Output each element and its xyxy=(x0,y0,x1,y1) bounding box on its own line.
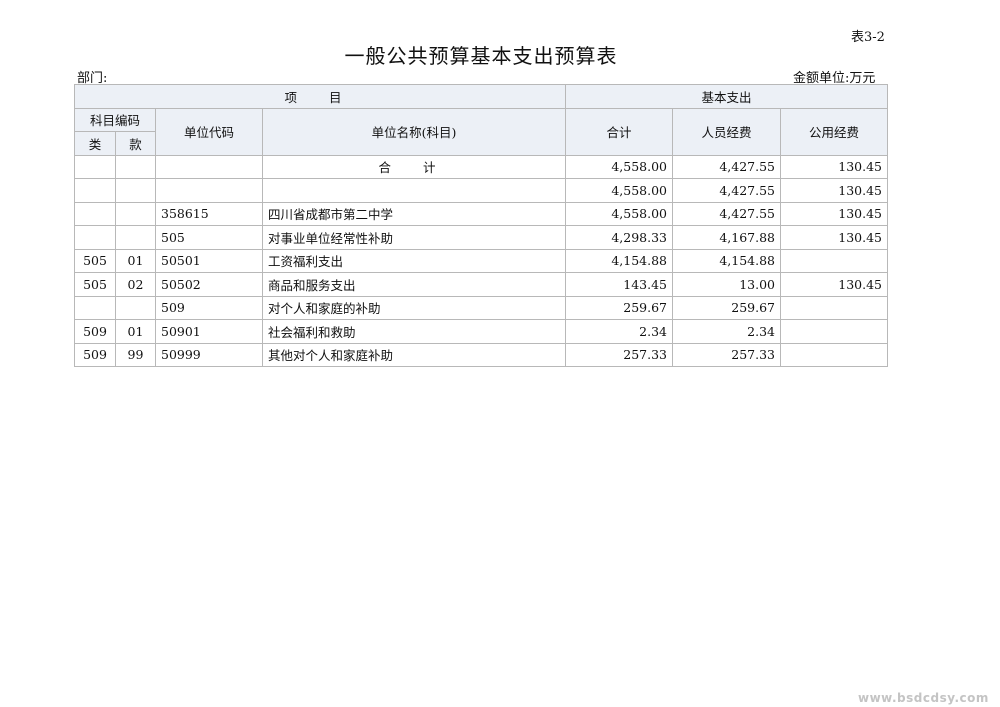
cell-public: 130.45 xyxy=(780,201,888,226)
cell-unit-code: 358615 xyxy=(155,201,263,226)
cell-unit-code: 50501 xyxy=(155,248,263,273)
cell-personnel: 259.67 xyxy=(672,295,781,320)
budget-table: 项 目 基本支出 科目编码 单位代码 单位名称(科目) 合计 人员经费 公用经费… xyxy=(74,84,888,367)
cell-public xyxy=(780,295,888,320)
cell-item xyxy=(115,178,156,203)
header-class: 类 xyxy=(74,131,116,156)
cell-public xyxy=(780,342,888,367)
cell-unit-code: 50502 xyxy=(155,272,263,297)
cell-total: 259.67 xyxy=(565,295,673,320)
table-row: 509 99 50999 其他对个人和家庭补助 257.33 257.33 xyxy=(74,342,888,367)
cell-public: 130.45 xyxy=(780,178,888,203)
header-personnel: 人员经费 xyxy=(672,107,781,156)
cell-unit-code xyxy=(155,178,263,203)
header-subject-code: 科目编码 xyxy=(74,107,156,132)
cell-public: 130.45 xyxy=(780,225,888,250)
cell-unit-name: 对事业单位经常性补助 xyxy=(262,225,566,250)
watermark: www.bsdcdsy.com xyxy=(858,691,989,705)
cell-class: 505 xyxy=(74,272,116,297)
cell-unit-code: 50999 xyxy=(155,342,263,367)
cell-total: 4,558.00 xyxy=(565,154,673,179)
cell-class xyxy=(74,225,116,250)
cell-unit-name: 社会福利和救助 xyxy=(262,319,566,344)
table-row: 4,558.00 4,427.55 130.45 xyxy=(74,178,888,203)
table-row: 509 01 50901 社会福利和救助 2.34 2.34 xyxy=(74,319,888,344)
cell-personnel: 257.33 xyxy=(672,342,781,367)
cell-class xyxy=(74,154,116,179)
cell-item: 01 xyxy=(115,248,156,273)
header-unit-name: 单位名称(科目) xyxy=(262,107,566,156)
cell-personnel: 4,167.88 xyxy=(672,225,781,250)
cell-class xyxy=(74,295,116,320)
cell-total: 4,558.00 xyxy=(565,201,673,226)
table-row: 505 01 50501 工资福利支出 4,154.88 4,154.88 xyxy=(74,248,888,273)
cell-item: 01 xyxy=(115,319,156,344)
cell-class: 505 xyxy=(74,248,116,273)
cell-total: 4,558.00 xyxy=(565,178,673,203)
header-public: 公用经费 xyxy=(780,107,888,156)
cell-total: 2.34 xyxy=(565,319,673,344)
cell-unit-name: 四川省成都市第二中学 xyxy=(262,201,566,226)
table-row: 505 02 50502 商品和服务支出 143.45 13.00 130.45 xyxy=(74,272,888,297)
header-basic-expenditure: 基本支出 xyxy=(565,84,888,109)
cell-unit-code: 50901 xyxy=(155,319,263,344)
cell-personnel: 13.00 xyxy=(672,272,781,297)
cell-unit-code: 509 xyxy=(155,295,263,320)
cell-unit-name: 其他对个人和家庭补助 xyxy=(262,342,566,367)
cell-personnel: 4,427.55 xyxy=(672,178,781,203)
cell-class xyxy=(74,201,116,226)
page-title: 一般公共预算基本支出预算表 xyxy=(344,44,618,68)
cell-item: 99 xyxy=(115,342,156,367)
cell-personnel: 4,154.88 xyxy=(672,248,781,273)
cell-public: 130.45 xyxy=(780,272,888,297)
cell-unit-code xyxy=(155,154,263,179)
cell-unit-name: 合 计 xyxy=(262,154,566,179)
table-row: 358615 四川省成都市第二中学 4,558.00 4,427.55 130.… xyxy=(74,201,888,226)
cell-class: 509 xyxy=(74,342,116,367)
cell-total: 4,154.88 xyxy=(565,248,673,273)
cell-public: 130.45 xyxy=(780,154,888,179)
cell-item xyxy=(115,201,156,226)
cell-item xyxy=(115,154,156,179)
cell-total: 143.45 xyxy=(565,272,673,297)
table-row: 505 对事业单位经常性补助 4,298.33 4,167.88 130.45 xyxy=(74,225,888,250)
cell-unit-name xyxy=(262,178,566,203)
cell-total: 257.33 xyxy=(565,342,673,367)
cell-item xyxy=(115,295,156,320)
cell-total: 4,298.33 xyxy=(565,225,673,250)
table-row: 合 计 4,558.00 4,427.55 130.45 xyxy=(74,154,888,179)
cell-personnel: 4,427.55 xyxy=(672,154,781,179)
cell-item: 02 xyxy=(115,272,156,297)
cell-unit-name: 对个人和家庭的补助 xyxy=(262,295,566,320)
cell-unit-code: 505 xyxy=(155,225,263,250)
cell-item xyxy=(115,225,156,250)
cell-public xyxy=(780,248,888,273)
cell-unit-name: 商品和服务支出 xyxy=(262,272,566,297)
cell-public xyxy=(780,319,888,344)
header-total: 合计 xyxy=(565,107,673,156)
cell-personnel: 2.34 xyxy=(672,319,781,344)
header-item: 款 xyxy=(115,131,156,156)
cell-class xyxy=(74,178,116,203)
cell-unit-name: 工资福利支出 xyxy=(262,248,566,273)
cell-personnel: 4,427.55 xyxy=(672,201,781,226)
table-row: 509 对个人和家庭的补助 259.67 259.67 xyxy=(74,295,888,320)
header-project: 项 目 xyxy=(74,84,566,109)
cell-class: 509 xyxy=(74,319,116,344)
header-unit-code: 单位代码 xyxy=(155,107,263,156)
